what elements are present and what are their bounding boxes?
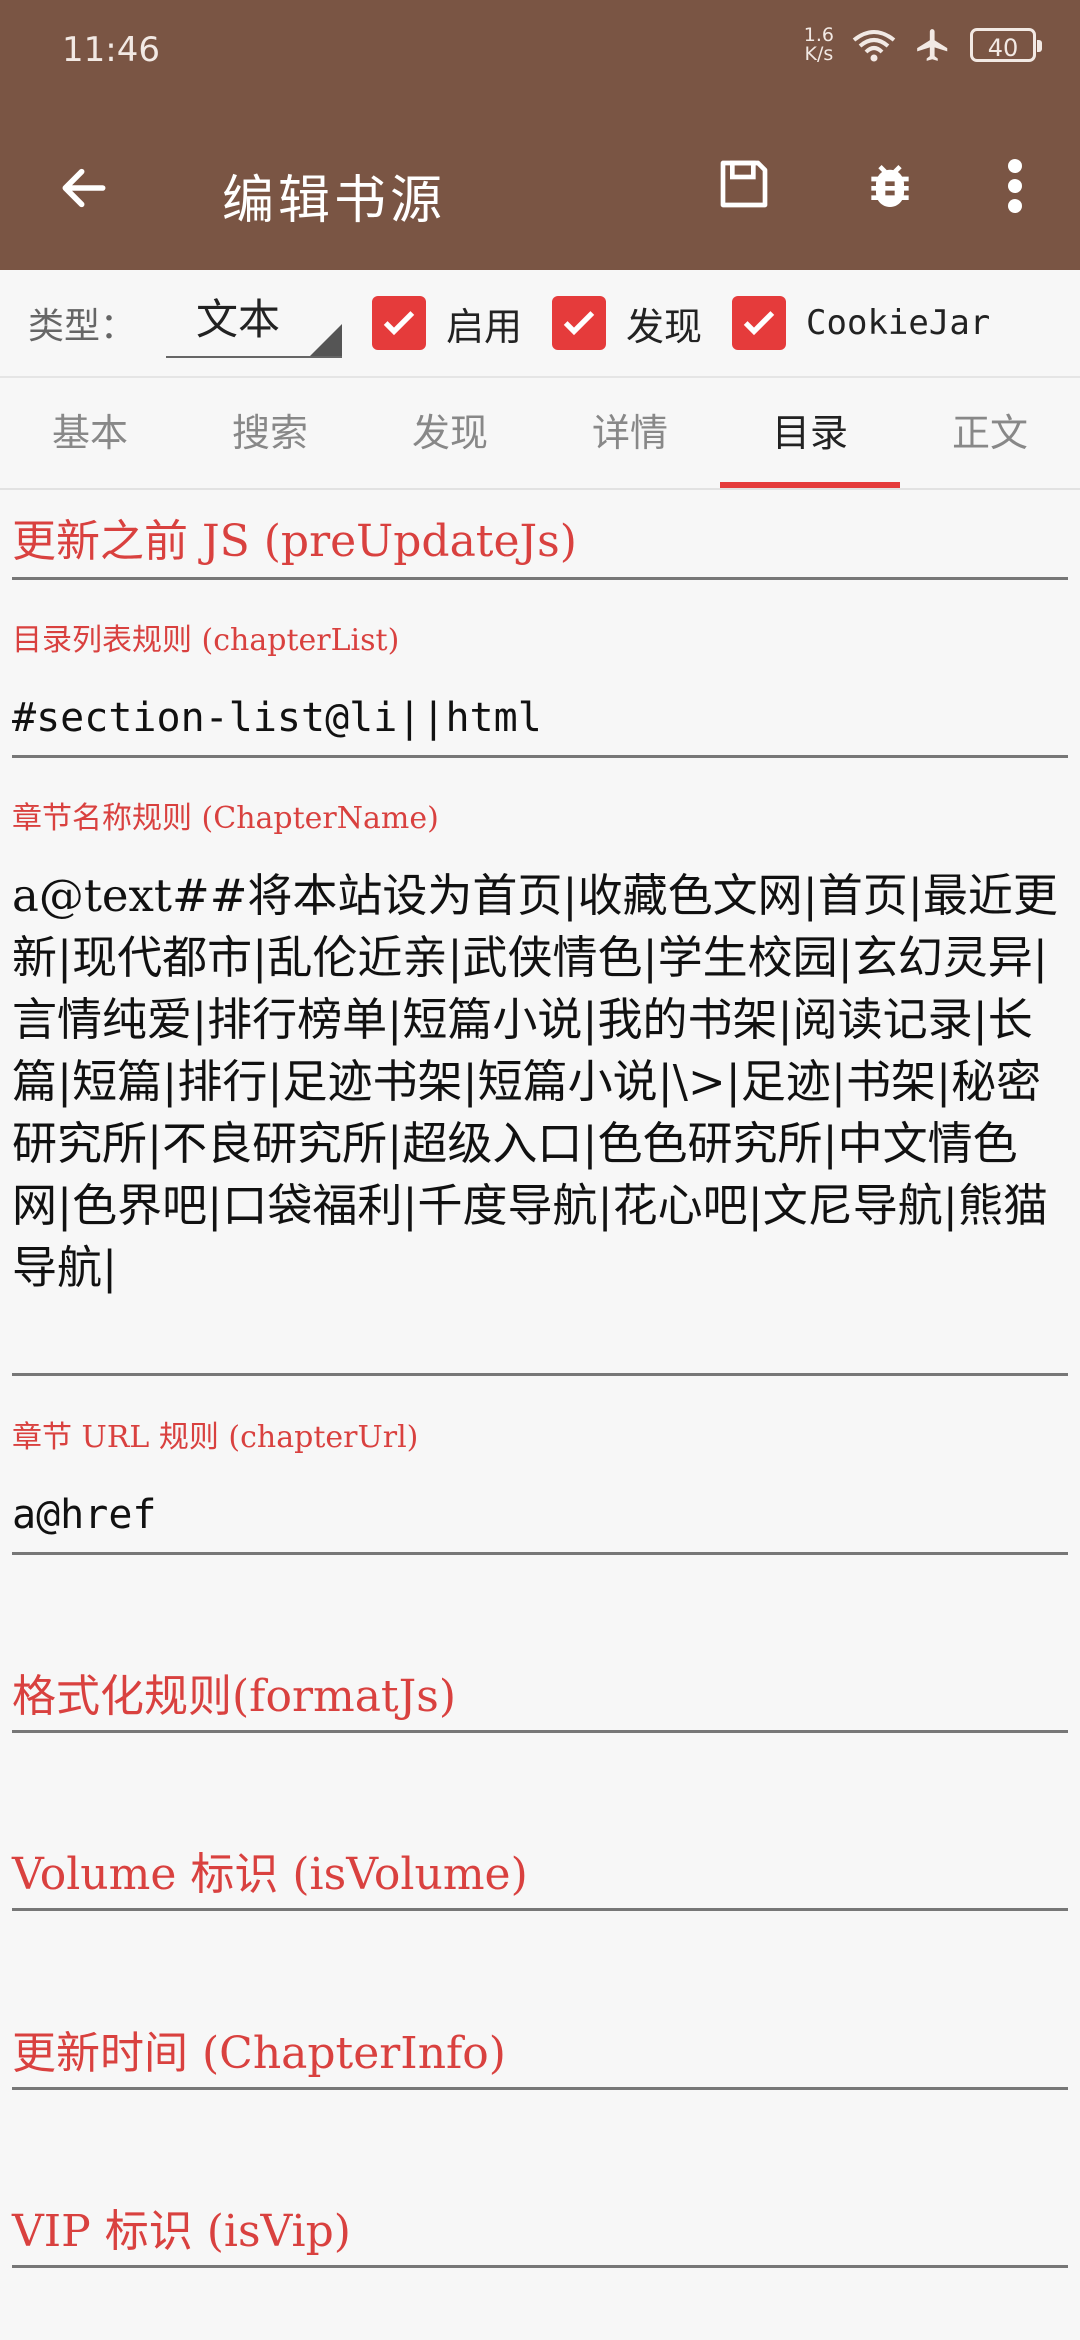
chapter-name-hint: 章节名称规则 (ChapterName)	[12, 801, 439, 836]
chapter-name-input[interactable]: a@text##将本站设为首页|收藏色文网|首页|最近更新|现代都市|乱伦近亲|…	[12, 865, 1068, 1299]
chapter-info-field[interactable]: 更新时间 (ChapterInfo)	[12, 2017, 1068, 2097]
back-arrow-icon[interactable]	[56, 160, 112, 216]
cookiejar-label: CookieJar	[806, 303, 991, 343]
tab-search[interactable]: 搜索	[180, 378, 360, 488]
discover-checkbox[interactable]: 发现	[552, 296, 702, 351]
status-time: 11:46	[62, 30, 160, 70]
save-icon[interactable]	[716, 156, 772, 212]
chapter-url-hint: 章节 URL 规则 (chapterUrl)	[12, 1420, 419, 1455]
tab-toc[interactable]: 目录	[720, 378, 900, 488]
preupdate-js-hint: 更新之前 JS (preUpdateJs)	[12, 516, 577, 567]
more-vertical-icon[interactable]	[1000, 156, 1030, 216]
chapter-name-field[interactable]: 章节名称规则 (ChapterName) a@text##将本站设为首页|收藏色…	[12, 793, 1068, 1378]
chapter-url-field[interactable]: 章节 URL 规则 (chapterUrl) a@href	[12, 1412, 1068, 1557]
is-volume-hint: Volume 标识 (isVolume)	[12, 1849, 528, 1900]
is-vip-field[interactable]: VIP 标识 (isVip)	[12, 2195, 1068, 2275]
chapter-list-hint: 目录列表规则 (chapterList)	[12, 623, 400, 658]
checkbox-checked-icon	[372, 296, 427, 350]
format-js-hint: 格式化规则(formatJs)	[12, 1671, 456, 1722]
section-tabs: 基本 搜索 发现 详情 目录 正文	[0, 378, 1080, 490]
is-volume-field[interactable]: Volume 标识 (isVolume)	[12, 1838, 1068, 1918]
checkbox-checked-icon	[552, 296, 607, 350]
chapter-url-input[interactable]: a@href	[12, 1492, 1068, 1538]
source-meta-row: 类型： 文本 启用 发现 CookieJar	[0, 270, 1080, 378]
checkbox-checked-icon	[732, 296, 787, 350]
tab-discover[interactable]: 发现	[360, 378, 540, 488]
is-vip-hint: VIP 标识 (isVip)	[12, 2206, 351, 2257]
page-title: 编辑书源	[222, 171, 447, 231]
format-js-field[interactable]: 格式化规则(formatJs)	[12, 1660, 1068, 1740]
type-label: 类型：	[28, 306, 137, 347]
wifi-icon	[852, 30, 896, 62]
preupdate-js-field[interactable]: 更新之前 JS (preUpdateJs)	[12, 505, 1068, 585]
enable-label: 启用	[446, 304, 523, 349]
tab-basic[interactable]: 基本	[0, 378, 180, 488]
dropdown-triangle-icon	[310, 324, 343, 356]
chapter-info-hint: 更新时间 (ChapterInfo)	[12, 2028, 506, 2079]
debug-bug-icon[interactable]	[862, 156, 918, 216]
discover-label: 发现	[626, 304, 703, 349]
chapter-list-input[interactable]: #section-list@li||html	[12, 695, 1068, 741]
chapter-list-field[interactable]: 目录列表规则 (chapterList) #section-list@li||h…	[12, 615, 1068, 760]
app-bar: 11:46 1.6 K/s 40 编辑书源	[0, 0, 1080, 270]
tab-content[interactable]: 正文	[900, 378, 1080, 488]
airplane-icon	[917, 29, 948, 61]
network-speed: 1.6 K/s	[803, 24, 834, 65]
cookiejar-checkbox[interactable]: CookieJar	[732, 296, 990, 350]
battery-icon: 40	[970, 28, 1042, 62]
type-select[interactable]: 文本	[166, 288, 343, 358]
tab-detail[interactable]: 详情	[540, 378, 720, 488]
enable-checkbox[interactable]: 启用	[372, 296, 522, 351]
status-icons: 1.6 K/s 40	[803, 24, 1042, 65]
